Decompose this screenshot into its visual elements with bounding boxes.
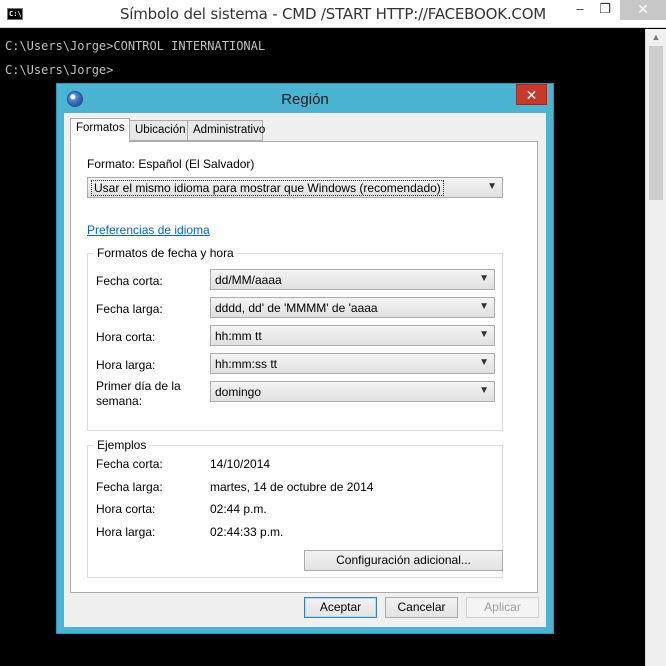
chevron-down-icon: ▼ (479, 301, 489, 312)
format-label: Formato: Español (El Salvador) (87, 157, 255, 171)
console-line: C:\Users\Jorge>CONTROL INTERNATIONAL (5, 39, 266, 53)
example-short-date-value: 14/10/2014 (210, 457, 271, 471)
example-long-date-label: Fecha larga: (96, 480, 163, 494)
language-select-value: Usar el mismo idioma para mostrar que Wi… (91, 180, 444, 196)
short-date-value: dd/MM/aaaa (215, 273, 282, 287)
long-date-label: Fecha larga: (96, 302, 163, 316)
apply-button[interactable]: Aplicar (466, 597, 539, 618)
accept-button[interactable]: Aceptar (304, 597, 377, 618)
scrollbar-thumb[interactable] (649, 46, 663, 200)
example-long-time-label: Hora larga: (96, 525, 156, 539)
first-day-label-line2: semana: (96, 394, 143, 408)
chevron-down-icon: ▼ (479, 357, 489, 368)
chevron-down-icon: ▼ (479, 329, 489, 340)
example-short-date-label: Fecha corta: (96, 457, 163, 471)
console-line: C:\Users\Jorge> (5, 63, 114, 77)
dialog-title: Región (281, 91, 329, 108)
dialog-client: Formatos Ubicación Administrativo Format… (64, 113, 546, 627)
long-time-label: Hora larga: (96, 358, 156, 372)
example-long-time-value: 02:44:33 p.m. (210, 525, 284, 539)
long-date-select[interactable]: dddd, dd' de 'MMMM' de 'aaaa ▼ (210, 297, 495, 318)
short-time-select[interactable]: hh:mm tt ▼ (210, 325, 495, 346)
cmd-titlebar: C:\. Símbolo del sistema - CMD /START HT… (0, 0, 666, 28)
tab-administrativo[interactable]: Administrativo (187, 120, 265, 141)
date-time-formats-group: Formatos de fecha y hora Fecha corta: dd… (87, 246, 503, 431)
long-date-value: dddd, dd' de 'MMMM' de 'aaaa (215, 301, 378, 315)
additional-settings-button[interactable]: Configuración adicional... (304, 550, 503, 571)
dialog-titlebar: Región ✕ (57, 84, 553, 113)
cancel-button[interactable]: Cancelar (385, 597, 458, 618)
chevron-down-icon: ▼ (479, 385, 489, 396)
short-date-select[interactable]: dd/MM/aaaa ▼ (210, 269, 495, 290)
close-button[interactable]: ✕ (620, 0, 666, 20)
long-time-value: hh:mm:ss tt (215, 357, 278, 371)
vertical-scrollbar[interactable]: ▲ (645, 29, 666, 666)
chevron-down-icon: ▼ (479, 273, 489, 284)
short-time-value: hh:mm tt (215, 329, 262, 343)
group-title: Formatos de fecha y hora (94, 246, 237, 260)
short-date-label: Fecha corta: (96, 274, 163, 288)
first-day-value: domingo (215, 385, 262, 399)
language-select[interactable]: Usar el mismo idioma para mostrar que Wi… (87, 177, 503, 198)
tab-ubicacion[interactable]: Ubicación (129, 120, 188, 141)
tab-panel-formatos: Formato: Español (El Salvador) Usar el m… (70, 141, 538, 593)
example-short-time-label: Hora corta: (96, 502, 156, 516)
minimize-button[interactable]: – (566, 0, 594, 20)
example-long-date-value: martes, 14 de octubre de 2014 (210, 480, 374, 494)
region-dialog: Región ✕ Formatos Ubicación Administrati… (56, 83, 554, 634)
example-short-time-value: 02:44 p.m. (210, 502, 267, 516)
long-time-select[interactable]: hh:mm:ss tt ▼ (210, 353, 495, 374)
group-title: Ejemplos (94, 438, 150, 452)
first-day-select[interactable]: domingo ▼ (210, 381, 495, 402)
chevron-down-icon: ▼ (487, 181, 497, 192)
dialog-close-button[interactable]: ✕ (516, 84, 547, 105)
tab-formatos[interactable]: Formatos (70, 118, 130, 143)
examples-group: Ejemplos Fecha corta: 14/10/2014 Fecha l… (87, 438, 503, 578)
scroll-up-arrow-icon[interactable]: ▲ (646, 29, 666, 46)
short-time-label: Hora corta: (96, 330, 156, 344)
maximize-button[interactable]: ❐ (591, 0, 619, 20)
first-day-label-line1: Primer día de la (96, 379, 181, 393)
language-preferences-link[interactable]: Preferencias de idioma (87, 223, 210, 237)
